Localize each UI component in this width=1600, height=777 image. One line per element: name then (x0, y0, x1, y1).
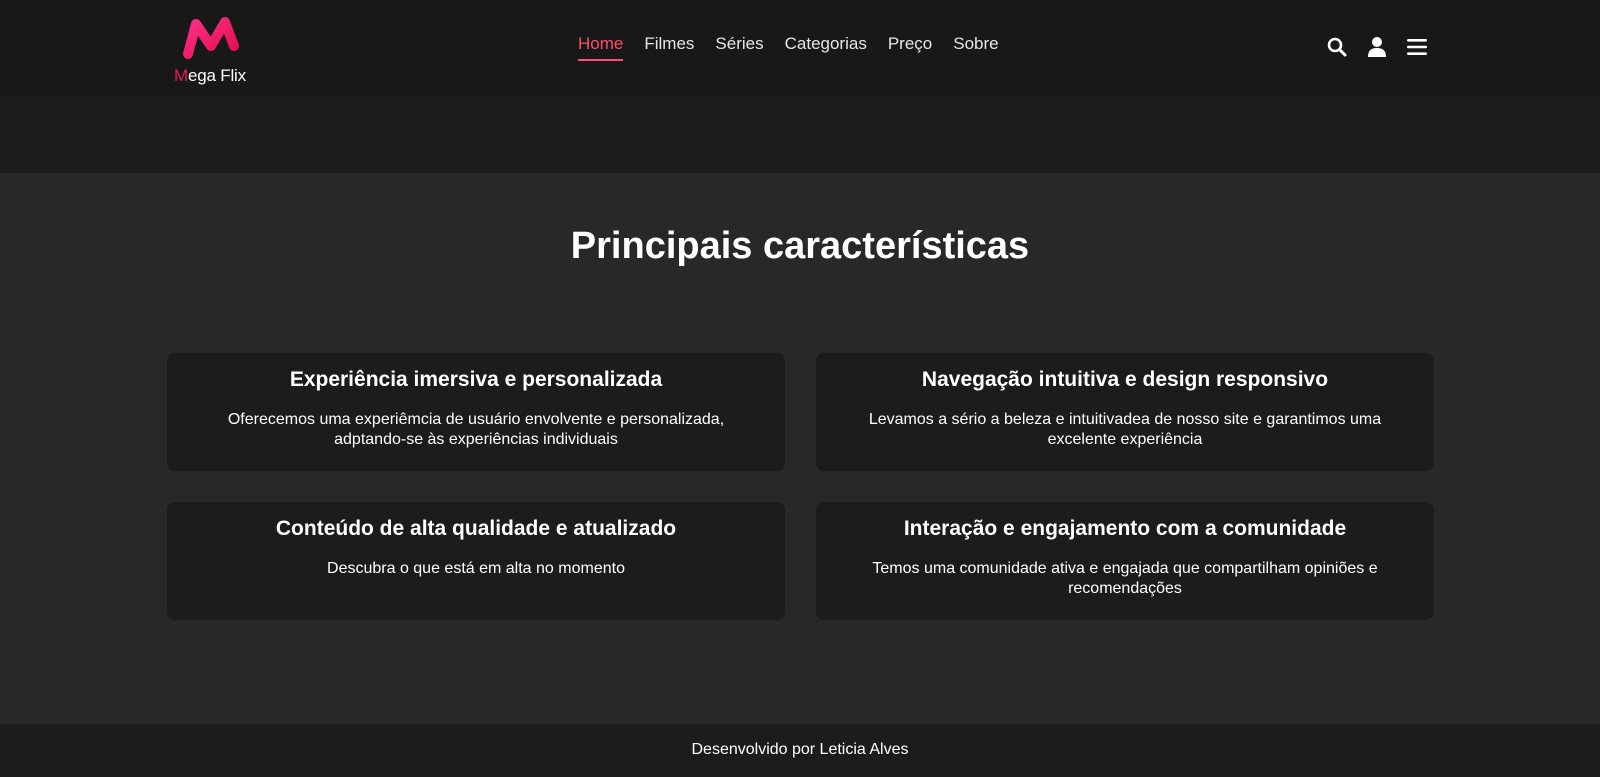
feature-card: Interação e engajamento com a comunidade… (816, 502, 1434, 620)
site-footer: Desenvolvido por Leticia Alves (0, 724, 1600, 777)
main-nav: Home Filmes Séries Categorias Preço Sobr… (578, 34, 1020, 61)
nav-link-home[interactable]: Home (578, 34, 624, 61)
mega-flix-logo-icon (183, 17, 239, 59)
nav-link-filmes[interactable]: Filmes (644, 34, 694, 61)
feature-card: Navegação intuitiva e design responsivo … (816, 353, 1434, 471)
menu-icon[interactable] (1406, 36, 1428, 58)
logo-rest: ega Flix (187, 66, 246, 85)
search-icon[interactable] (1326, 36, 1348, 58)
logo-initial: M (174, 66, 188, 85)
logo-text: Mega Flix (174, 66, 246, 86)
feature-card-text: Temos uma comunidade ativa e engajada qu… (872, 560, 1378, 597)
logo-link[interactable]: Mega Flix (174, 14, 254, 90)
nav-link-categorias[interactable]: Categorias (785, 34, 867, 61)
feature-card-title: Experiência imersiva e personalizada (289, 368, 663, 391)
nav-link-sobre[interactable]: Sobre (953, 34, 998, 61)
features-title: Principais características (570, 225, 1030, 267)
nav-link-series[interactable]: Séries (715, 34, 763, 61)
feature-card-title: Conteúdo de alta qualidade e atualizado (275, 517, 677, 540)
footer-credit: Desenvolvido por Leticia Alves (691, 741, 909, 758)
feature-card: Conteúdo de alta qualidade e atualizado … (167, 502, 785, 620)
feature-card: Experiência imersiva e personalizada Ofe… (167, 353, 785, 471)
hero-spacer (0, 97, 1600, 173)
features-section: Principais características Experiência i… (0, 173, 1600, 724)
feature-card-text: Oferecemos uma experiêmcia de usuário en… (227, 411, 725, 448)
nav-link-preco[interactable]: Preço (888, 34, 932, 61)
site-header: Mega Flix Home Filmes Séries Categorias … (0, 0, 1600, 97)
feature-card-text: Descubra o que está em alta no momento (327, 560, 625, 577)
feature-card-title: Interação e engajamento com a comunidade (903, 517, 1347, 540)
header-actions (1326, 36, 1428, 58)
feature-card-text: Levamos a sério a beleza e intuitivadea … (868, 411, 1382, 448)
feature-card-title: Navegação intuitiva e design responsivo (921, 368, 1329, 391)
user-icon[interactable] (1366, 36, 1388, 58)
